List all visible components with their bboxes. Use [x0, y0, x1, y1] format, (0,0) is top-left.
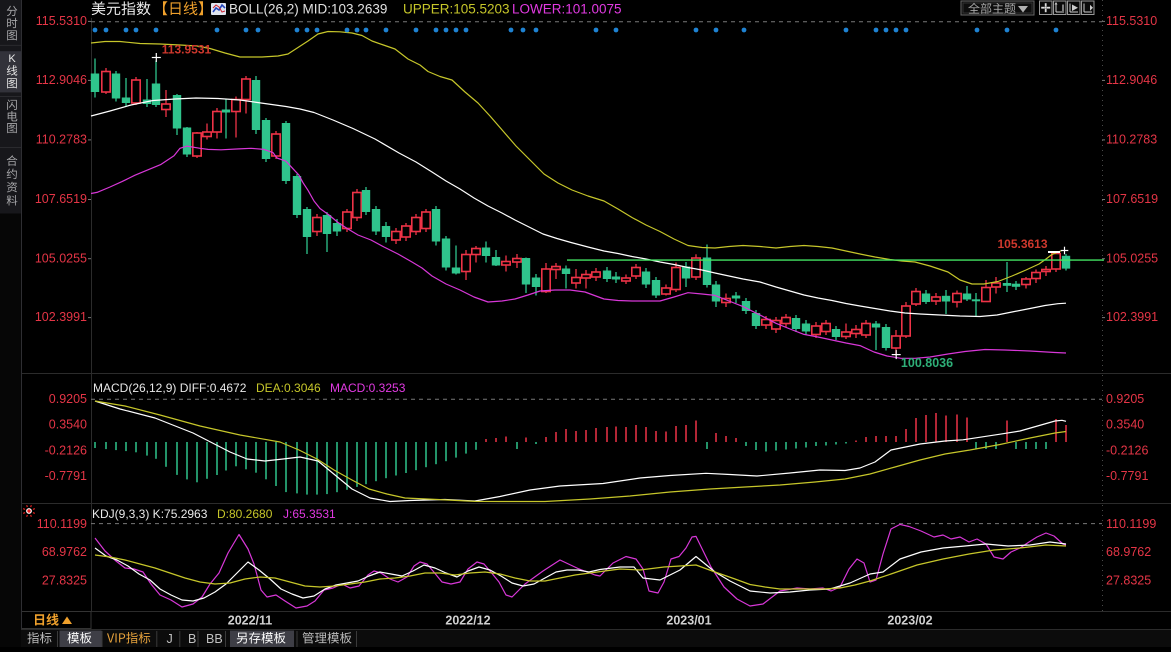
svg-text:0.3540: 0.3540	[1106, 418, 1144, 432]
svg-text:K: K	[8, 53, 16, 65]
svg-text:115.5310: 115.5310	[1106, 14, 1157, 28]
svg-text:102.3991: 102.3991	[1106, 310, 1158, 324]
svg-text:110.1199: 110.1199	[1106, 517, 1156, 531]
svg-text:MACD(26,12,9) DIFF:0.4672: MACD(26,12,9) DIFF:0.4672	[93, 381, 247, 395]
svg-text:0.9205: 0.9205	[1106, 392, 1144, 406]
svg-text:2022/12: 2022/12	[445, 614, 490, 628]
svg-text:0.9205: 0.9205	[49, 392, 87, 406]
svg-text:107.6519: 107.6519	[35, 192, 87, 206]
svg-text:102.3991: 102.3991	[35, 310, 87, 324]
svg-text:-0.7791: -0.7791	[45, 469, 87, 483]
svg-text:110.2783: 110.2783	[1106, 133, 1157, 147]
svg-text:2023/01: 2023/01	[666, 614, 711, 628]
svg-text:68.9762: 68.9762	[42, 545, 87, 559]
svg-text:27.8325: 27.8325	[1106, 573, 1151, 587]
svg-text:-0.2126: -0.2126	[45, 443, 87, 457]
svg-text:LOWER:101.0075: LOWER:101.0075	[512, 2, 622, 17]
svg-text:105.0255: 105.0255	[35, 251, 87, 265]
svg-text:0.3540: 0.3540	[49, 418, 87, 432]
svg-text:J: J	[167, 632, 173, 646]
svg-text:2023/02: 2023/02	[887, 614, 932, 628]
svg-text:J:65.3531: J:65.3531	[283, 507, 336, 521]
svg-text:110.2783: 110.2783	[36, 133, 87, 147]
svg-text:100.8036: 100.8036	[901, 356, 953, 370]
svg-text:2022/11: 2022/11	[228, 614, 273, 628]
svg-text:110.1199: 110.1199	[37, 517, 87, 531]
svg-text:112.9046: 112.9046	[1106, 73, 1157, 87]
svg-text:UPPER:105.5203: UPPER:105.5203	[403, 2, 510, 17]
svg-text:BOLL(26,2) MID:103.2639: BOLL(26,2) MID:103.2639	[229, 2, 387, 17]
svg-text:-0.7791: -0.7791	[1106, 469, 1148, 483]
svg-text:BB: BB	[206, 632, 223, 646]
svg-text:107.6519: 107.6519	[1106, 192, 1158, 206]
svg-text:105.0255: 105.0255	[1106, 251, 1158, 265]
svg-text:MACD:0.3253: MACD:0.3253	[330, 381, 406, 395]
svg-text:105.3613: 105.3613	[997, 237, 1047, 251]
svg-text:D:80.2680: D:80.2680	[217, 507, 273, 521]
svg-text:DEA:0.3046: DEA:0.3046	[256, 381, 321, 395]
svg-text:KDJ(9,3,3) K:75.2963: KDJ(9,3,3) K:75.2963	[92, 507, 208, 521]
svg-text:68.9762: 68.9762	[1106, 545, 1151, 559]
svg-text:112.9046: 112.9046	[36, 73, 87, 87]
svg-text:B: B	[188, 632, 196, 646]
svg-text:-0.2126: -0.2126	[1106, 443, 1148, 457]
svg-text:115.5310: 115.5310	[36, 14, 87, 28]
svg-text:113.9531: 113.9531	[162, 43, 212, 57]
svg-text:27.8325: 27.8325	[42, 573, 87, 587]
